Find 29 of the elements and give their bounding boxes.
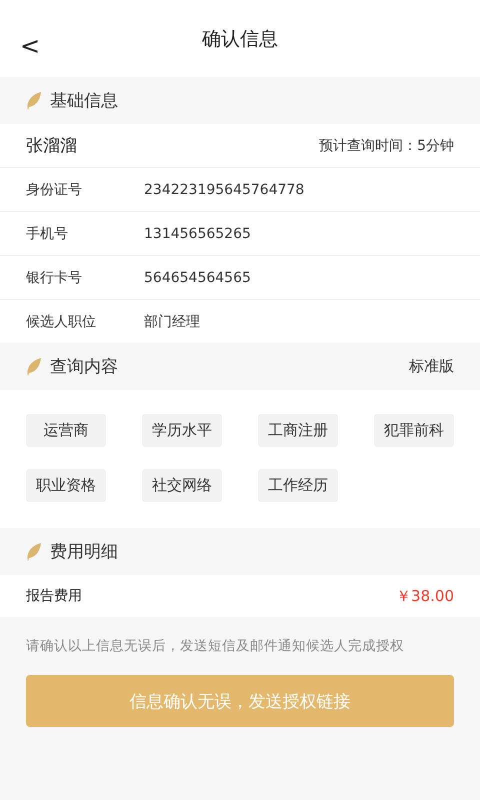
query-tag: 运营商 (26, 414, 106, 447)
section-title: 费用明细 (50, 541, 119, 563)
field-value: 部门经理 (144, 312, 201, 330)
leaf-icon (26, 90, 42, 110)
field-label: 银行卡号 (26, 268, 83, 286)
estimated-time: 预计查询时间：5分钟 (319, 136, 454, 154)
candidate-name: 张溜溜 (26, 135, 78, 157)
fee-amount: ￥38.00 (396, 586, 454, 606)
query-tag: 学历水平 (142, 414, 222, 447)
field-value: 234223195645764778 (144, 182, 306, 198)
section-title: 查询内容 (50, 356, 119, 378)
field-label: 手机号 (26, 224, 69, 242)
field-value: 131456565265 (144, 226, 252, 242)
field-label: 身份证号 (26, 180, 83, 198)
leaf-icon (26, 542, 42, 562)
query-tag: 工作经历 (258, 469, 338, 502)
page-title: 确认信息 (202, 26, 278, 52)
notice-text: 请确认以上信息无误后，发送短信及邮件通知候选人完成授权 (25, 637, 405, 655)
section-title: 基础信息 (50, 90, 119, 112)
query-tag: 工商注册 (258, 414, 338, 447)
query-tag: 职业资格 (26, 469, 106, 502)
field-value: 564654564565 (144, 270, 252, 286)
edition-label: 标准版 (409, 357, 454, 376)
query-tag: 社交网络 (142, 469, 222, 502)
fee-label: 报告费用 (26, 587, 83, 605)
leaf-icon (26, 356, 42, 376)
query-tag: 犯罪前科 (374, 414, 454, 447)
back-button[interactable]: < (14, 32, 46, 60)
field-label: 候选人职位 (26, 312, 97, 330)
